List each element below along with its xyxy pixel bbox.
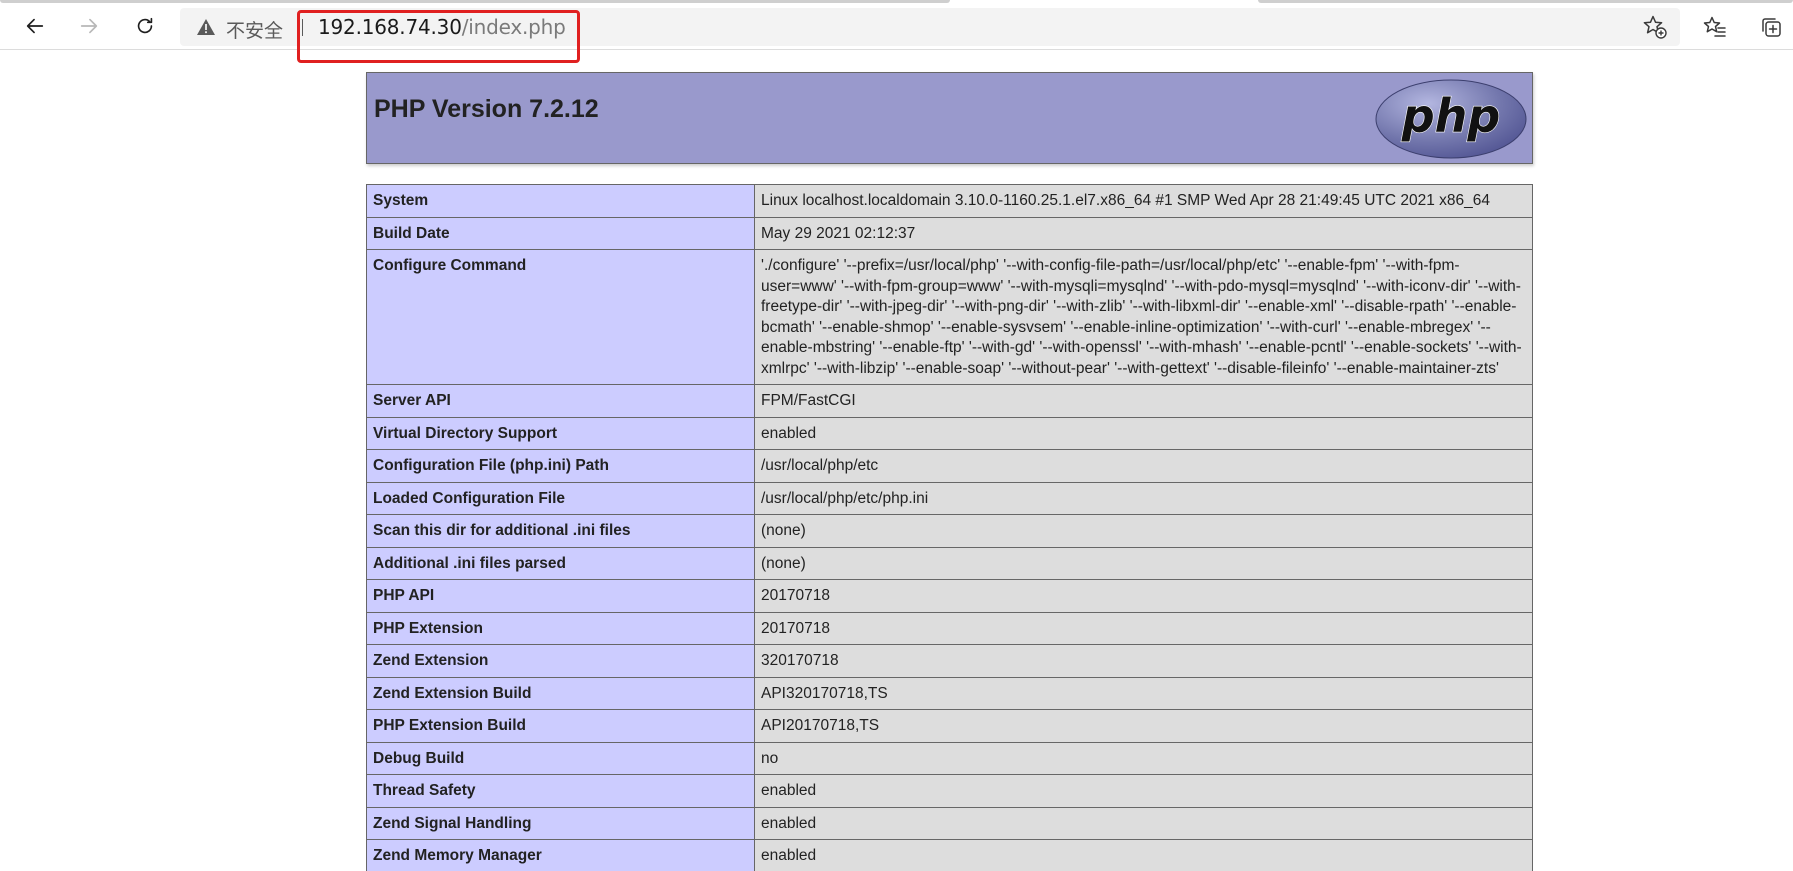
row-key: Loaded Configuration File xyxy=(366,481,755,515)
row-key: Server API xyxy=(366,384,755,418)
row-value: enabled xyxy=(754,806,1533,840)
row-key: Virtual Directory Support xyxy=(366,416,755,450)
forward-button[interactable] xyxy=(72,9,106,43)
row-value: './configure' '--prefix=/usr/local/php' … xyxy=(754,249,1533,385)
row-value: 320170718 xyxy=(754,644,1533,678)
row-key: Configure Command xyxy=(366,249,755,385)
back-button[interactable] xyxy=(18,9,52,43)
row-value: enabled xyxy=(754,416,1533,450)
table-row: Zend Extension 320170718 xyxy=(366,644,1533,678)
table-row: Zend Extension Build API320170718,TS xyxy=(366,676,1533,710)
add-favorite-star-icon[interactable] xyxy=(1642,14,1668,40)
row-value: FPM/FastCGI xyxy=(754,384,1533,418)
table-row: PHP Extension 20170718 xyxy=(366,611,1533,645)
page-title: PHP Version 7.2.12 xyxy=(374,95,599,123)
table-row: Configure Command './configure' '--prefix… xyxy=(366,249,1533,385)
row-value: no xyxy=(754,741,1533,775)
row-value: /usr/local/php/etc xyxy=(754,449,1533,483)
row-key: Zend Signal Handling xyxy=(366,806,755,840)
row-key: Zend Extension Build xyxy=(366,676,755,710)
collections-icon xyxy=(1762,18,1781,37)
row-value: enabled xyxy=(754,839,1533,871)
table-row: PHP Extension Build API20170718,TS xyxy=(366,709,1533,743)
row-value: (none) xyxy=(754,546,1533,580)
table-row: Build Date May 29 2021 02:12:37 xyxy=(366,216,1533,250)
table-row: Debug Build no xyxy=(366,741,1533,775)
row-value: API320170718,TS xyxy=(754,676,1533,710)
table-row: PHP API 20170718 xyxy=(366,579,1533,613)
table-row: Loaded Configuration File/usr/local/php/… xyxy=(366,481,1533,515)
tab-edge xyxy=(1258,0,1793,3)
row-key: System xyxy=(366,184,755,218)
url-highlight-annotation xyxy=(297,10,580,63)
table-row: Scan this dir for additional .ini files(… xyxy=(366,514,1533,548)
row-value: enabled xyxy=(754,774,1533,808)
row-value: 20170718 xyxy=(754,611,1533,645)
forward-arrow-icon xyxy=(80,18,98,34)
row-value: /usr/local/php/etc/php.ini xyxy=(754,481,1533,515)
favorites-button[interactable] xyxy=(1700,12,1730,42)
row-value: May 29 2021 02:12:37 xyxy=(754,216,1533,250)
back-arrow-icon xyxy=(26,18,44,34)
row-value: (none) xyxy=(754,514,1533,548)
browser-toolbar: 不安全 192.168.74.30/index.php xyxy=(0,0,1793,50)
php-info-table: System Linux localhost.localdomain 3.10.0… xyxy=(366,184,1533,871)
collections-button[interactable] xyxy=(1756,12,1786,42)
favorites-list-icon xyxy=(1703,16,1726,37)
row-key: Configuration File (php.ini) Path xyxy=(366,449,755,483)
row-key: Debug Build xyxy=(366,741,755,775)
tab-edge xyxy=(0,0,950,3)
row-value: Linux localhost.localdomain 3.10.0-1160.… xyxy=(754,184,1533,218)
reload-button[interactable] xyxy=(128,9,162,43)
row-key: PHP API xyxy=(366,579,755,613)
table-row: Additional .ini files parsed (none) xyxy=(366,546,1533,580)
row-key: Build Date xyxy=(366,216,755,250)
table-row: Virtual Directory Support enabled xyxy=(366,416,1533,450)
row-key: Additional .ini files parsed xyxy=(366,546,755,580)
php-version-header: PHP Version 7.2.12 php xyxy=(366,72,1533,164)
row-key: Zend Extension xyxy=(366,644,755,678)
row-value: 20170718 xyxy=(754,579,1533,613)
table-row: Thread Safety enabled xyxy=(366,774,1533,808)
security-label[interactable]: 不安全 xyxy=(226,16,283,43)
reload-icon xyxy=(137,17,153,34)
row-value: API20170718,TS xyxy=(754,709,1533,743)
table-row: Zend Signal Handling enabled xyxy=(366,806,1533,840)
table-row: Configuration File (php.ini) Path/usr/lo… xyxy=(366,449,1533,483)
table-row: System Linux localhost.localdomain 3.10.0… xyxy=(366,184,1533,218)
row-key: PHP Extension Build xyxy=(366,709,755,743)
row-key: PHP Extension xyxy=(366,611,755,645)
row-key: Thread Safety xyxy=(366,774,755,808)
row-key: Scan this dir for additional .ini files xyxy=(366,514,755,548)
row-key: Zend Memory Manager xyxy=(366,839,755,871)
table-row: Zend Memory Manager enabled xyxy=(366,839,1533,871)
warning-triangle-icon[interactable] xyxy=(196,17,216,37)
php-logo-text: php xyxy=(1401,89,1501,143)
php-logo-icon[interactable]: php xyxy=(1374,78,1528,160)
table-row: Server API FPM/FastCGI xyxy=(366,384,1533,418)
